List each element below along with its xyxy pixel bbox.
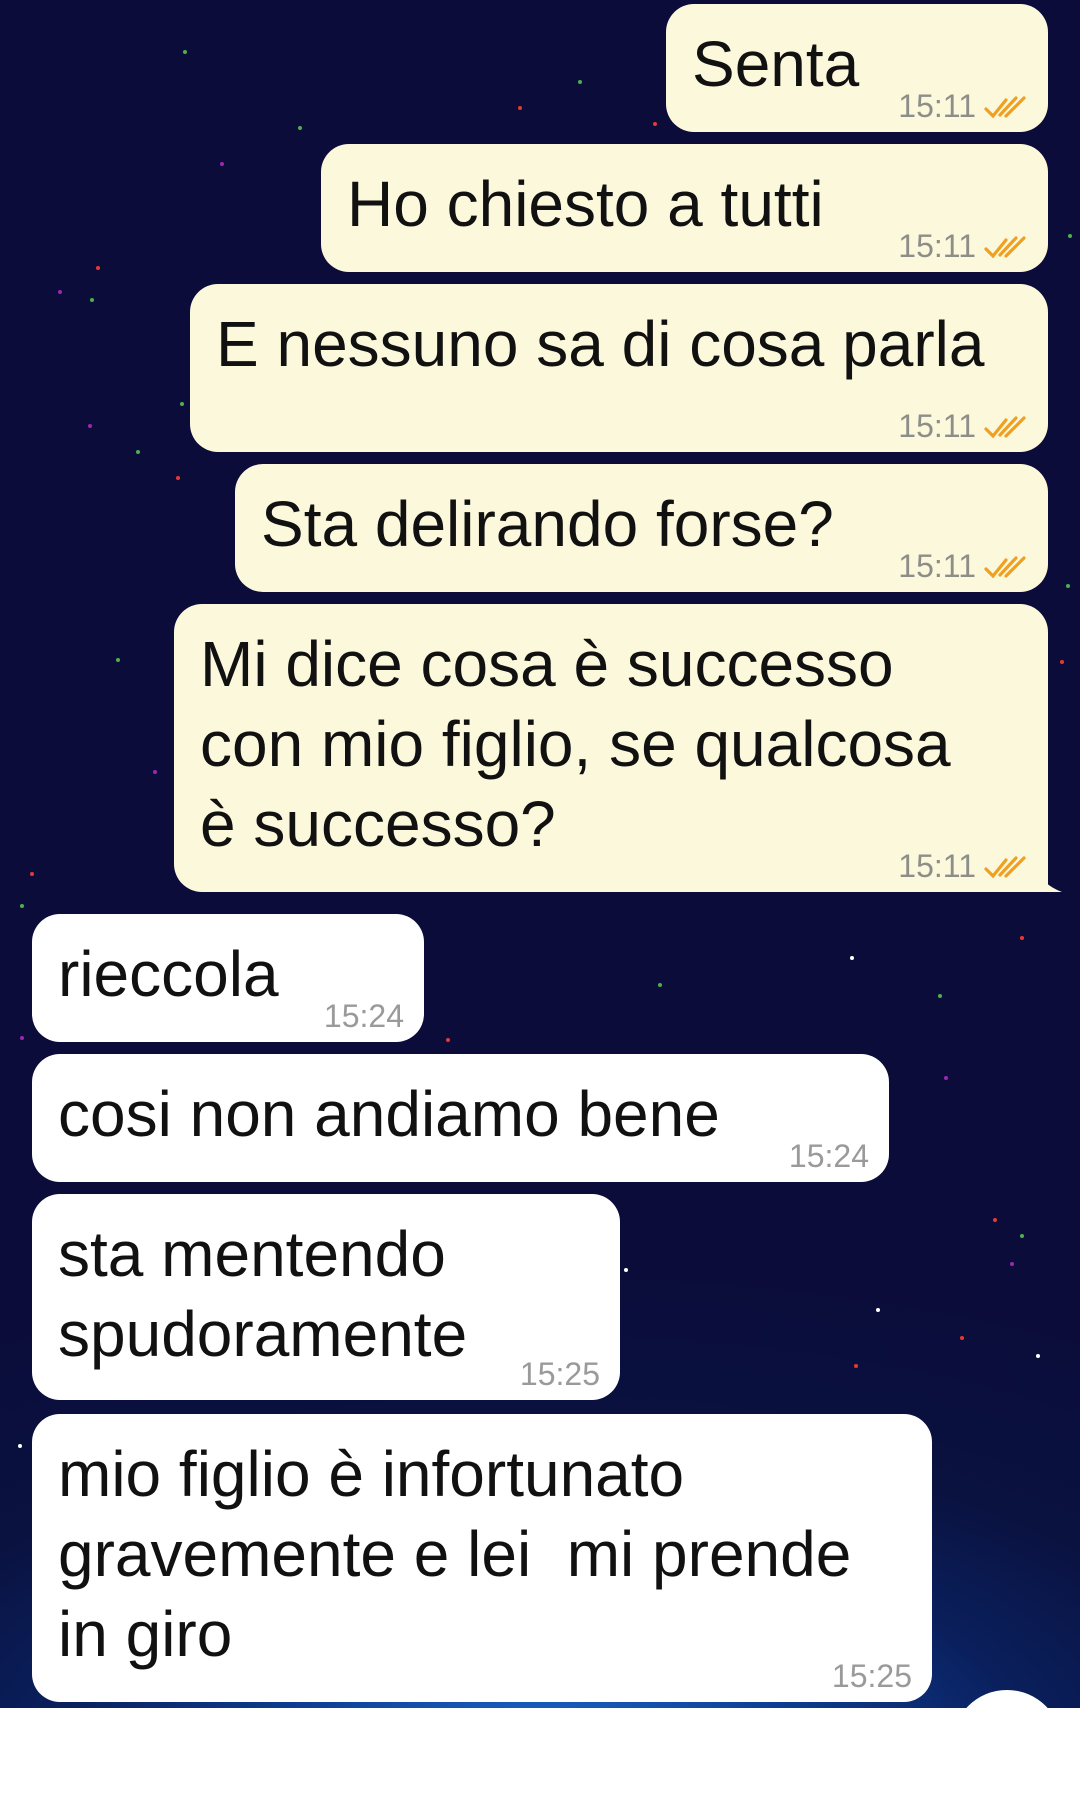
- message-time: 15:11: [898, 408, 976, 444]
- double-check-read-icon: [984, 416, 1026, 439]
- message-text: sta mentendo spudoramente: [58, 1218, 468, 1370]
- message-bubble-outgoing[interactable]: Senta 15:11: [666, 4, 1048, 132]
- message-bubble-outgoing[interactable]: Ho chiesto a tutti 15:11: [321, 144, 1048, 272]
- message-meta: 15:11: [898, 848, 1028, 884]
- message-list[interactable]: Senta 15:11 Ho chiesto a tutti 15:11 E n…: [0, 0, 1080, 1800]
- double-check-read-icon: [984, 556, 1026, 579]
- message-time: 15:25: [519, 1356, 600, 1392]
- message-meta: 15:11: [898, 408, 1028, 444]
- message-time: 15:11: [898, 88, 976, 124]
- message-time: 15:11: [898, 848, 976, 884]
- double-check-read-icon: [984, 96, 1026, 119]
- double-check-read-icon: [984, 856, 1026, 879]
- double-check-read-icon: [984, 236, 1026, 259]
- message-bubble-outgoing[interactable]: E nessuno sa di cosa parla 15:11: [190, 284, 1048, 452]
- message-time: 15:24: [788, 1138, 869, 1174]
- message-meta: 15:11: [898, 548, 1028, 584]
- message-time: 15:24: [323, 998, 404, 1034]
- message-meta: 15:11: [898, 228, 1028, 264]
- message-text: E nessuno sa di cosa parla: [216, 308, 985, 380]
- message-meta: 15:25: [832, 1658, 912, 1694]
- message-text: mio figlio è infortunato gravemente e le…: [58, 1438, 852, 1670]
- message-time: 15:11: [898, 228, 976, 264]
- message-bubble-incoming[interactable]: sta mentendo spudoramente 15:25: [32, 1194, 620, 1400]
- message-bubble-incoming[interactable]: rieccola 15:24: [32, 914, 424, 1042]
- message-meta: 15:24: [789, 1138, 869, 1174]
- message-bubble-incoming[interactable]: cosi non andiamo bene 15:24: [32, 1054, 889, 1182]
- scroll-to-bottom-button[interactable]: [952, 1690, 1062, 1800]
- message-bubble-incoming[interactable]: mio figlio è infortunato gravemente e le…: [32, 1414, 932, 1702]
- bubble-tail: [1032, 862, 1062, 892]
- message-meta: 15:11: [898, 88, 1028, 124]
- message-bubble-outgoing[interactable]: Sta delirando forse? 15:11: [235, 464, 1048, 592]
- message-bubble-outgoing[interactable]: Mi dice cosa è successo con mio figlio, …: [174, 604, 1062, 892]
- message-text: Mi dice cosa è successo con mio figlio, …: [200, 628, 951, 860]
- message-time: 15:11: [898, 548, 976, 584]
- message-meta: 15:25: [520, 1356, 600, 1392]
- message-time: 15:25: [831, 1658, 912, 1694]
- message-meta: 15:24: [324, 998, 404, 1034]
- message-text: cosi non andiamo bene: [58, 1078, 720, 1150]
